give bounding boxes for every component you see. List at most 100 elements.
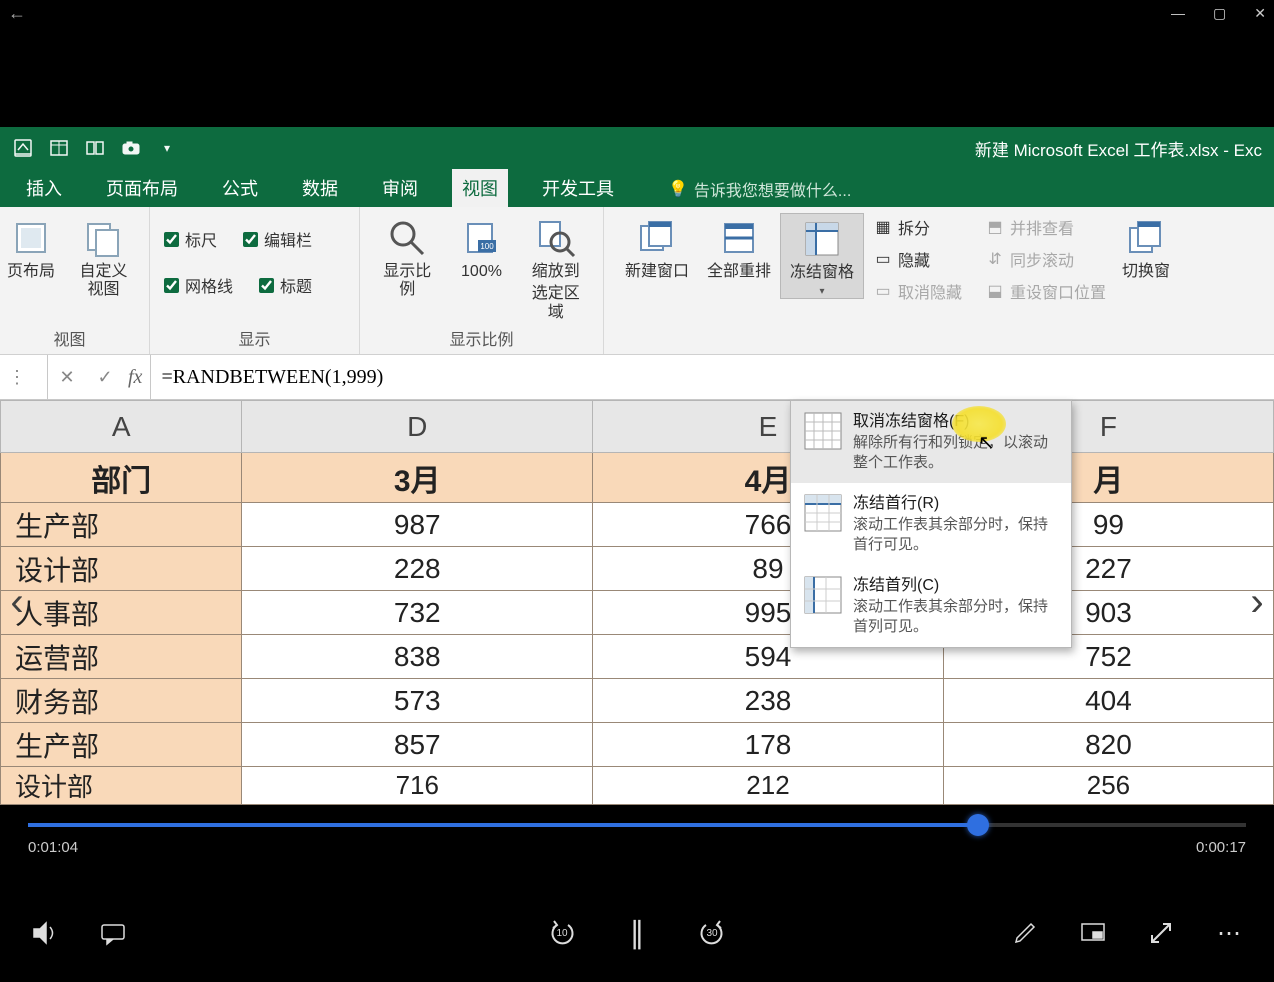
tab-data[interactable]: 数据: [292, 169, 348, 207]
sync-scroll-button: ⇵同步滚动: [986, 247, 1106, 271]
freeze-first-col-icon: [803, 575, 843, 615]
seek-bar[interactable]: [28, 823, 1246, 827]
volume-icon[interactable]: [28, 916, 62, 950]
save-icon[interactable]: [12, 137, 34, 159]
gridlines-checkbox[interactable]: 网格线: [162, 269, 235, 301]
subtitle-icon[interactable]: [96, 916, 130, 950]
zoom-100-button[interactable]: 100 100%: [453, 213, 511, 281]
unhide-button: ▭取消隐藏: [874, 279, 962, 303]
freeze-top-row-icon: [803, 493, 843, 533]
table-row: 生产部98776699: [1, 503, 1274, 547]
formula-bar-checkbox[interactable]: 编辑栏: [241, 223, 314, 255]
col-header-D[interactable]: D: [242, 401, 593, 453]
table-row: 人事部732995903: [1, 591, 1274, 635]
remaining-time: 0:00:17: [1196, 839, 1246, 856]
player-titlebar: ← — ▢ ✕: [0, 0, 1274, 27]
next-chevron-icon[interactable]: ›: [1240, 570, 1274, 636]
headings-checkbox[interactable]: 标题: [257, 269, 314, 301]
spreadsheet-table[interactable]: A D E F 部门 3月 4月 月 生产部98776699 设计部228892…: [0, 400, 1274, 805]
zoom-group-label: 显示比例: [372, 322, 591, 350]
window-controls: — ▢ ✕: [1171, 5, 1266, 22]
freeze-first-col-title: 冻结首列(C): [853, 575, 1059, 597]
prev-chevron-icon[interactable]: ‹: [0, 570, 34, 636]
col-header-A[interactable]: A: [1, 401, 242, 453]
mini-player-icon[interactable]: [1076, 916, 1110, 950]
chevron-down-icon: ▾: [819, 286, 824, 298]
svg-text:100: 100: [480, 242, 494, 251]
tab-formulas[interactable]: 公式: [212, 169, 268, 207]
enter-formula-icon[interactable]: ✓: [86, 355, 124, 399]
skip-forward-button[interactable]: 30: [694, 915, 730, 951]
table-row: 运营部838594752: [1, 635, 1274, 679]
close-icon[interactable]: ✕: [1254, 5, 1266, 22]
camera-icon[interactable]: [120, 137, 142, 159]
unfreeze-desc: 解除所有行和列锁定，以滚动整个工作表。: [853, 433, 1059, 474]
freeze-first-col-desc: 滚动工作表其余部分时，保持首列可见。: [853, 597, 1059, 638]
tell-me-search[interactable]: 💡 告诉我您想要做什么...: [668, 177, 851, 207]
hide-button[interactable]: ▭隐藏: [874, 247, 962, 271]
tab-review[interactable]: 审阅: [372, 169, 428, 207]
qat-dropdown-icon[interactable]: ▾: [156, 137, 178, 159]
table-row: 财务部573238404: [1, 679, 1274, 723]
page-layout-button[interactable]: 页布局: [2, 213, 60, 281]
tab-developer[interactable]: 开发工具: [532, 169, 624, 207]
qat-icon-3[interactable]: [84, 137, 106, 159]
skip-back-button[interactable]: 10: [544, 915, 580, 951]
zoom-100-label: 100%: [461, 263, 502, 281]
workbook-title: 新建 Microsoft Excel 工作表.xlsx - Exc: [975, 136, 1262, 161]
pause-button[interactable]: ∥: [620, 916, 654, 950]
freeze-first-col-item[interactable]: 冻结首列(C) 滚动工作表其余部分时，保持首列可见。: [791, 565, 1071, 647]
cancel-formula-icon[interactable]: ✕: [48, 355, 86, 399]
formula-input[interactable]: [150, 355, 1274, 399]
maximize-icon[interactable]: ▢: [1213, 5, 1226, 22]
freeze-panes-menu: 取消冻结窗格(F) 解除所有行和列锁定，以滚动整个工作表。 冻结首行(R) 滚动…: [790, 400, 1072, 648]
custom-view-button[interactable]: 自定义视图: [70, 213, 137, 300]
more-icon[interactable]: ⋯: [1212, 916, 1246, 950]
side-by-side-button: ⬒并排查看: [986, 215, 1106, 239]
table-row: 设计部22889227: [1, 547, 1274, 591]
fullscreen-icon[interactable]: [1144, 916, 1178, 950]
table-row: 生产部857178820: [1, 723, 1274, 767]
tab-page-layout[interactable]: 页面布局: [96, 169, 188, 207]
switch-windows-button[interactable]: 切换窗: [1116, 213, 1176, 281]
page-layout-label: 页布局: [7, 263, 55, 281]
reset-position-button: ⬓重设窗口位置: [986, 279, 1106, 303]
header-row[interactable]: 部门 3月 4月 月: [1, 453, 1274, 503]
qat-icon-2[interactable]: [48, 137, 70, 159]
freeze-top-row-desc: 滚动工作表其余部分时，保持首行可见。: [853, 515, 1059, 556]
zoom-button[interactable]: 显示比例: [372, 213, 443, 300]
zoom-label: 显示比例: [376, 263, 439, 300]
split-button[interactable]: ▦拆分: [874, 215, 962, 239]
current-time: 0:01:04: [28, 839, 78, 856]
back-arrow-icon[interactable]: ←: [8, 3, 26, 24]
unfreeze-icon: [803, 411, 843, 451]
tab-view[interactable]: 视图: [452, 169, 508, 207]
show-group-label: 显示: [162, 322, 347, 350]
name-box[interactable]: ⋮: [0, 355, 48, 399]
worksheet[interactable]: ‹ › 取消冻结窗格(F) 解除所有行和列锁定，以滚动整个工作表。 冻结首行(R…: [0, 400, 1274, 805]
seek-progress: [28, 823, 978, 827]
table-row: 设计部716212256: [1, 767, 1274, 805]
ruler-checkbox[interactable]: 标尺: [162, 223, 219, 255]
unfreeze-title: 取消冻结窗格(F): [853, 411, 1059, 433]
formula-bar: ⋮ ✕ ✓ fx: [0, 355, 1274, 400]
arrange-all-button[interactable]: 全部重排: [698, 213, 780, 281]
column-headers[interactable]: A D E F: [1, 401, 1274, 453]
zoom-selection-button[interactable]: 缩放到 选定区域: [521, 213, 592, 322]
ribbon-view: 页布局 自定义视图 视图 标尺 编辑栏 网格线 标题: [0, 207, 1274, 355]
lightbulb-icon: 💡: [668, 179, 688, 199]
excel-window: ▾ 新建 Microsoft Excel 工作表.xlsx - Exc 插入 页…: [0, 127, 1274, 805]
video-player-controls: 0:01:04 0:00:17 10 ∥ 30 ⋯: [0, 805, 1274, 972]
ribbon-tabs: 插入 页面布局 公式 数据 审阅 视图 开发工具 💡 告诉我您想要做什么...: [0, 169, 1274, 207]
freeze-panes-button[interactable]: 冻结窗格 ▾: [780, 213, 864, 299]
tab-insert[interactable]: 插入: [16, 169, 72, 207]
excel-titlebar: ▾ 新建 Microsoft Excel 工作表.xlsx - Exc: [0, 127, 1274, 169]
fx-icon[interactable]: fx: [128, 366, 142, 389]
views-group-label: 视图: [2, 322, 137, 350]
edit-icon[interactable]: [1008, 916, 1042, 950]
unfreeze-panes-item[interactable]: 取消冻结窗格(F) 解除所有行和列锁定，以滚动整个工作表。: [791, 401, 1071, 483]
new-window-button[interactable]: 新建窗口: [616, 213, 698, 281]
freeze-top-row-item[interactable]: 冻结首行(R) 滚动工作表其余部分时，保持首行可见。: [791, 483, 1071, 565]
seek-thumb[interactable]: [967, 814, 989, 836]
minimize-icon[interactable]: —: [1171, 5, 1185, 22]
